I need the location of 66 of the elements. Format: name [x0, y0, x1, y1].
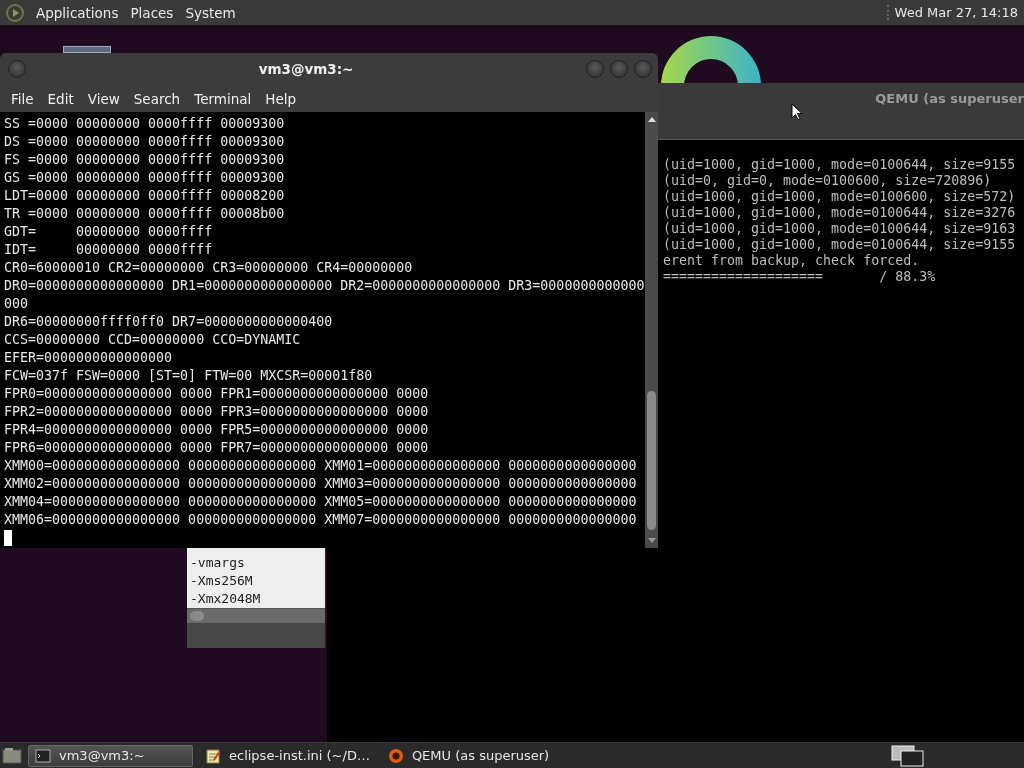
scroll-down-icon[interactable] [647, 538, 656, 544]
text-line: -vmargs [190, 554, 246, 572]
terminal-line: TR =0000 00000000 0000ffff 00008b00 [4, 205, 286, 223]
terminal-line: DR6=00000000ffff0ff0 DR7=0000000000000400 [4, 313, 334, 331]
panel-menu[interactable]: Places [130, 4, 174, 21]
text-line: -Xms256M [190, 572, 254, 590]
terminal-line: 000 [4, 295, 30, 313]
scrollbar-thumb[interactable] [647, 391, 656, 530]
terminal-line: FPR4=0000000000000000 0000 FPR5=0000000000000000 0000 [4, 421, 430, 439]
maximize-button[interactable] [610, 60, 628, 78]
terminal-line: EFER=0000000000000000 [4, 349, 174, 367]
terminal-line: XMM06=0000000000000000 0000000000000000 XMM07=0000000000000000 0000000000000000 [4, 511, 638, 529]
minimize-button[interactable] [586, 60, 604, 78]
terminal-line: XMM02=0000000000000000 0000000000000000 XMM03=0000000000000000 0000000000000000 [4, 475, 638, 493]
taskbar-button[interactable]: QEMU (as superuser) [381, 744, 556, 767]
text-line: -Xmx2048M [190, 590, 262, 608]
terminal-line: LDT=0000 00000000 0000ffff 00008200 [4, 187, 286, 205]
terminal-line: CCS=00000000 CCD=00000000 CCO=DYNAMIC [4, 331, 302, 349]
terminal-line: XMM00=0000000000000000 0000000000000000 XMM01=0000000000000000 0000000000000000 [4, 457, 638, 475]
terminal-line: DR0=0000000000000000 DR1=0000000000000000 DR2=0000000000000000 DR3=0000000000000 [4, 277, 645, 295]
notepad-icon [205, 747, 221, 764]
terminal-line: XMM04=0000000000000000 0000000000000000 XMM05=0000000000000000 0000000000000000 [4, 493, 638, 511]
menu-item[interactable]: View [80, 90, 127, 107]
console-line: ==================== / 88.3% [663, 269, 937, 285]
window-title: vm3@vm3:~ [257, 61, 355, 77]
console-line: (uid=1000, gid=1000, mode=0100644, size=9155 [663, 157, 1017, 173]
workspace-switcher-icon[interactable] [891, 744, 925, 767]
taskbar-button[interactable]: vm3@vm3:~ [28, 744, 193, 767]
console-line: (uid=1000, gid=1000, mode=0100644, size=3276 [663, 205, 1017, 221]
console-line: (uid=0, gid=0, mode=0100600, size=720896) [663, 173, 993, 189]
menu-item[interactable]: Edit [40, 90, 81, 107]
terminal-line: FPR2=0000000000000000 0000 FPR3=0000000000000000 0000 [4, 403, 430, 421]
clock[interactable]: Wed Mar 27, 14:18 [886, 5, 1018, 20]
taskbar-button[interactable]: eclipse-inst.ini (~/D… [199, 744, 376, 767]
terminal-line: DS =0000 00000000 0000ffff 00009300 [4, 133, 286, 151]
qemu-icon [387, 747, 404, 764]
window-menu-button[interactable] [8, 60, 26, 78]
console-line: (uid=1000, gid=1000, mode=0100644, size=9155 [663, 237, 1017, 253]
terminal-line: CR0=60000010 CR2=00000000 CR3=00000000 CR4=00000000 [4, 259, 414, 277]
menu-item[interactable]: Terminal [187, 90, 259, 107]
desktop-icon[interactable] [63, 46, 111, 53]
terminal-line: FS =0000 00000000 0000ffff 00009300 [4, 151, 286, 169]
terminal-line: FPR6=0000000000000000 0000 FPR7=0000000000000000 0000 [4, 439, 430, 457]
panel-menu[interactable]: Applications [36, 4, 119, 21]
terminal-icon [35, 747, 51, 764]
terminal-line: SS =0000 00000000 0000ffff 00009300 [4, 115, 286, 133]
panel-menu[interactable]: System [185, 4, 236, 21]
vertical-scrollbar[interactable] [645, 112, 658, 548]
console-line: (uid=1000, gid=1000, mode=0100644, size=9163 [663, 221, 1017, 237]
terminal-line: IDT= 00000000 0000ffff [4, 241, 214, 259]
terminal-line: FCW=037f FSW=0000 [ST=0] FTW=00 MXCSR=00001f80 [4, 367, 374, 385]
scroll-up-icon[interactable] [647, 116, 656, 122]
text-cursor [4, 530, 12, 546]
terminal-line: GS =0000 00000000 0000ffff 00009300 [4, 169, 286, 187]
show-desktop-icon[interactable] [2, 746, 22, 765]
close-button[interactable] [634, 60, 652, 78]
menu-item[interactable]: Search [126, 90, 188, 107]
console-line: erent from backup, check forced. [663, 253, 921, 269]
menu-item[interactable]: File [4, 90, 41, 107]
terminal-line: GDT= 00000000 0000ffff [4, 223, 214, 241]
mouse-pointer-icon [791, 103, 803, 121]
console-line: (uid=1000, gid=1000, mode=0100600, size=572) [663, 189, 1017, 205]
menu-logo-icon[interactable] [6, 3, 24, 22]
menu-item[interactable]: Help [258, 90, 304, 107]
window-title: QEMU (as superuser [875, 91, 1024, 106]
terminal-line: FPR0=0000000000000000 0000 FPR1=0000000000000000 0000 [4, 385, 430, 403]
